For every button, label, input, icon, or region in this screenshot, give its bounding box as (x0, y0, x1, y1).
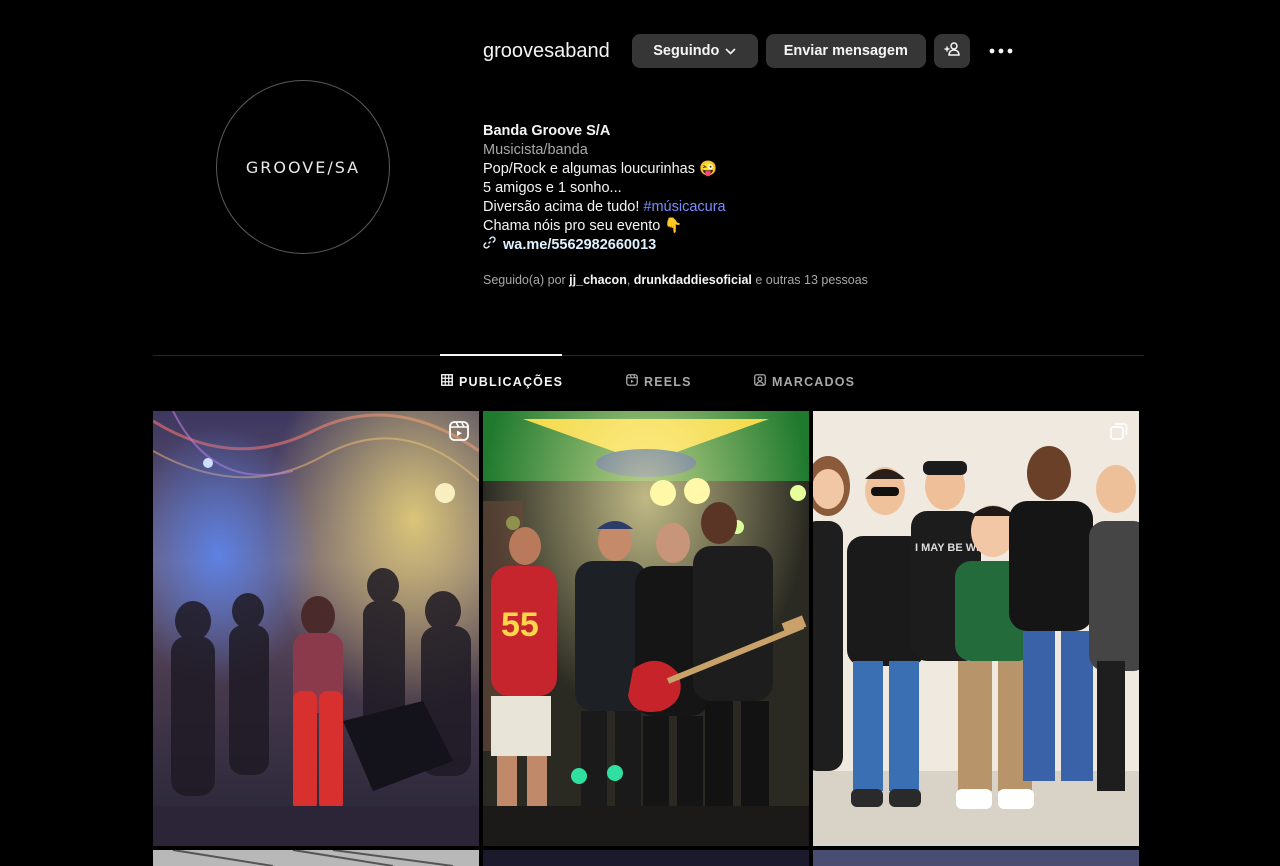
bio-line: Pop/Rock e algumas loucurinhas 😜 (483, 161, 718, 177)
profile-bio: Banda Groove S/A Musicista/banda Pop/Roc… (483, 122, 726, 255)
chevron-down-icon (725, 47, 736, 55)
post-image (153, 411, 479, 846)
followed-user[interactable]: drunkdaddiesoficial (634, 273, 752, 287)
tabs-divider (153, 355, 1144, 356)
tab-label: PUBLICAÇÕES (459, 374, 564, 389)
profile-avatar[interactable]: GROOVE/SA (216, 80, 390, 254)
add-person-icon (944, 42, 960, 60)
tab-reels[interactable]: REELS (626, 374, 692, 389)
svg-text:55: 55 (501, 606, 539, 644)
tagged-icon (754, 374, 772, 389)
profile-full-name: Banda Groove S/A (483, 123, 611, 139)
bio-line: Diversão acima de tudo! #músicacura (483, 198, 726, 217)
followed-by-text[interactable]: Seguido(a) por jj_chacon, drunkdaddiesof… (483, 273, 868, 287)
following-button[interactable]: Seguindo (631, 34, 758, 68)
send-message-button[interactable]: Enviar mensagem (765, 34, 926, 68)
profile-tabs: PUBLICAÇÕES REELS MARCADOS (0, 374, 1280, 394)
tab-posts[interactable]: PUBLICAÇÕES (441, 374, 563, 389)
following-button-label: Seguindo (653, 43, 720, 59)
followed-suffix: e outras 13 pessoas (751, 273, 868, 287)
post-image: I MAY BE WRO (813, 411, 1139, 846)
carousel-badge-icon (1109, 421, 1129, 446)
post-thumbnail[interactable]: I MAY BE WRO (813, 411, 1139, 846)
suggest-people-button[interactable] (933, 34, 970, 68)
post-image (813, 850, 1139, 866)
post-image (153, 850, 479, 866)
active-tab-indicator (440, 354, 562, 356)
post-image (483, 850, 809, 866)
post-thumbnail[interactable] (153, 850, 479, 866)
tab-label: REELS (644, 374, 692, 389)
followed-separator: , (626, 273, 634, 287)
link-text: wa.me/5562982660013 (503, 237, 657, 253)
avatar-logo-text: GROOVE/SA (245, 157, 361, 177)
post-image: 55 (483, 411, 809, 846)
tab-label: MARCADOS (772, 374, 856, 389)
bio-text: Diversão acima de tudo! (483, 199, 644, 215)
post-thumbnail[interactable] (813, 850, 1139, 866)
bio-external-link[interactable]: wa.me/5562982660013 (483, 236, 726, 255)
followed-prefix: Seguido(a) por (483, 273, 570, 287)
send-message-label: Enviar mensagem (783, 43, 908, 59)
post-thumbnail[interactable] (483, 850, 809, 866)
grid-icon (441, 374, 459, 389)
hashtag-link[interactable]: #músicacura (643, 199, 725, 215)
profile-category: Musicista/banda (483, 142, 588, 158)
post-thumbnail[interactable]: 55 (483, 411, 809, 846)
bio-line: 5 amigos e 1 sonho... (483, 180, 622, 196)
bio-line: Chama nóis pro seu evento 👇 (483, 218, 683, 234)
tab-tagged[interactable]: MARCADOS (754, 374, 855, 389)
followed-user[interactable]: jj_chacon (569, 273, 627, 287)
profile-username: groovesaband (483, 39, 610, 62)
link-icon (483, 236, 503, 255)
more-options-icon[interactable] (986, 36, 1016, 66)
post-thumbnail[interactable] (153, 411, 479, 846)
reel-badge-icon (449, 421, 469, 446)
profile-actions-row: groovesaband Seguindo Enviar mensagem (483, 34, 1016, 68)
reels-icon (626, 374, 644, 389)
